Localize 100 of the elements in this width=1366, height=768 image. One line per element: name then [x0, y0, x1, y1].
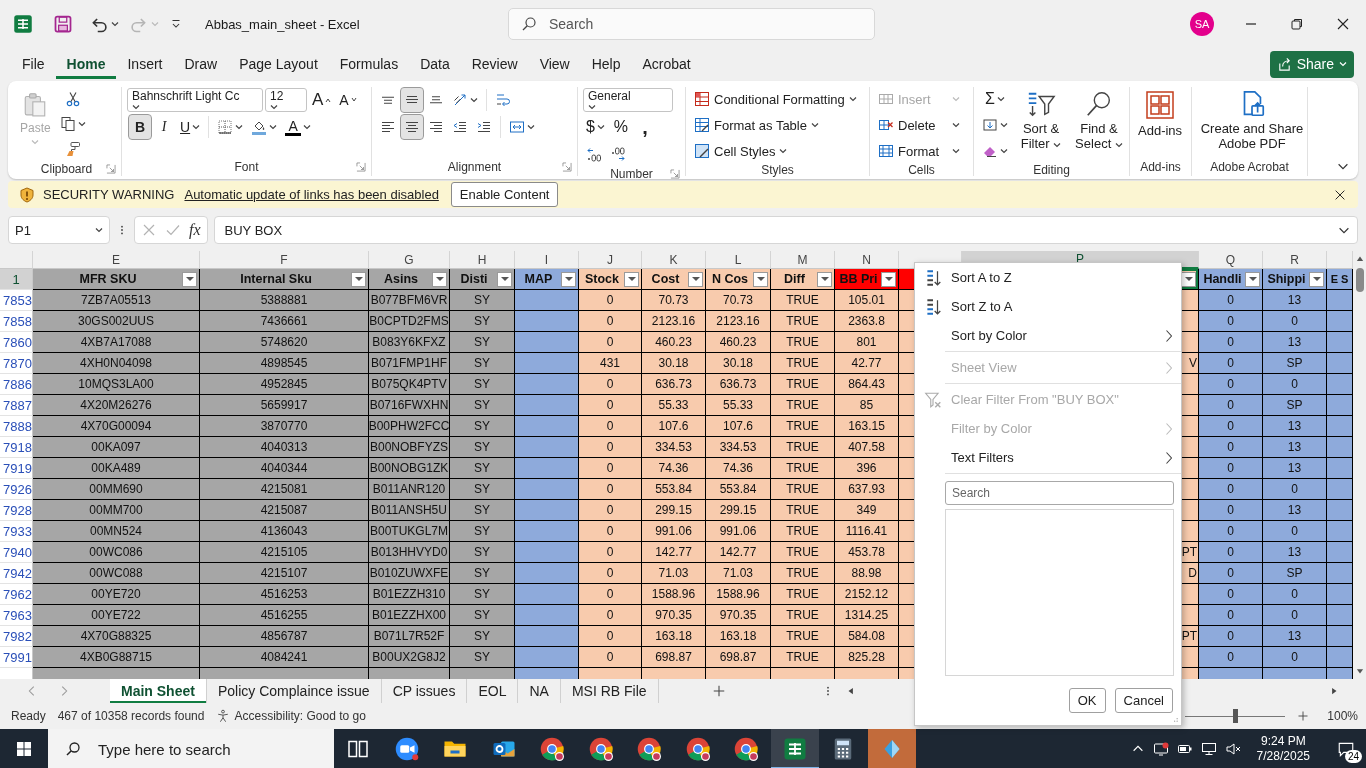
row-number[interactable]: 7887: [0, 395, 33, 416]
menu-tab[interactable]: Review: [460, 49, 529, 79]
formula-field[interactable]: BUY BOX: [213, 216, 1358, 244]
scroll-down-button[interactable]: [1354, 666, 1365, 676]
column-header[interactable]: F: [200, 251, 369, 269]
middle-align-button[interactable]: [401, 88, 423, 112]
filter-button[interactable]: [688, 271, 703, 287]
create-pdf-button[interactable]: Create and Share Adobe PDF: [1197, 87, 1307, 157]
menu-tab[interactable]: Draw: [173, 49, 229, 79]
font-size-field[interactable]: 12: [265, 88, 307, 112]
clock[interactable]: 9:24 PM 7/28/2025: [1248, 734, 1318, 764]
filter-button[interactable]: [624, 271, 639, 287]
column-header[interactable]: J: [579, 251, 642, 269]
filter-button[interactable]: [351, 271, 366, 287]
scroll-up-button[interactable]: [1354, 254, 1365, 264]
row-number[interactable]: 7886: [0, 374, 33, 395]
name-box[interactable]: P1: [8, 216, 110, 244]
row-number[interactable]: 7870: [0, 353, 33, 374]
zoom-in-button[interactable]: [1297, 710, 1310, 722]
row-number[interactable]: 7962: [0, 584, 33, 605]
comma-button[interactable]: ,: [633, 115, 656, 139]
menu-item[interactable]: Sort by Color: [915, 321, 1181, 350]
menu-item[interactable]: Text Filters: [915, 443, 1181, 472]
menu-tab[interactable]: Formulas: [328, 49, 410, 79]
ribbon-command[interactable]: Delete: [875, 113, 963, 137]
column-header[interactable]: L: [706, 251, 771, 269]
percent-button[interactable]: %: [609, 115, 632, 139]
column-header[interactable]: G: [369, 251, 450, 269]
row-number[interactable]: 7919: [0, 458, 33, 479]
row-number[interactable]: 7940: [0, 542, 33, 563]
number-format-field[interactable]: General: [583, 88, 673, 112]
menu-item[interactable]: Sort Z to A: [915, 292, 1181, 321]
row-number[interactable]: 7933: [0, 521, 33, 542]
enable-content-button[interactable]: Enable Content: [450, 182, 559, 207]
taskbar-app[interactable]: [867, 729, 916, 768]
dialog-launcher-button[interactable]: [670, 169, 680, 179]
dialog-launcher-button[interactable]: [562, 162, 572, 172]
autosum-button[interactable]: Σ: [979, 87, 1011, 111]
row-number[interactable]: 7928: [0, 500, 33, 521]
sort-filter-button[interactable]: Sort & Filter: [1014, 87, 1068, 157]
bold-button[interactable]: B: [129, 115, 151, 139]
filter-button[interactable]: [182, 271, 197, 287]
italic-button[interactable]: I: [153, 115, 175, 139]
row-number[interactable]: 7942: [0, 563, 33, 584]
dialog-launcher-button[interactable]: [356, 162, 366, 172]
column-header[interactable]: Q: [1199, 251, 1263, 269]
add-ins-button[interactable]: Add-ins: [1135, 87, 1186, 157]
ok-button[interactable]: OK: [1068, 688, 1106, 713]
grow-font-button[interactable]: A: [309, 88, 335, 112]
warning-link[interactable]: Automatic update of links has been disabled: [184, 187, 439, 202]
underline-button[interactable]: U: [177, 115, 204, 139]
notifications-button[interactable]: 24: [1326, 729, 1366, 768]
filter-button[interactable]: [753, 271, 768, 287]
taskbar-app[interactable]: [770, 729, 819, 768]
row-number[interactable]: 7858: [0, 311, 33, 332]
menu-tab[interactable]: View: [528, 49, 581, 79]
menu-tab[interactable]: Page Layout: [228, 49, 329, 79]
row-number[interactable]: 7853: [0, 290, 33, 311]
column-header[interactable]: I: [515, 251, 579, 269]
cancel-button[interactable]: Cancel: [1114, 688, 1173, 713]
column-header[interactable]: M: [771, 251, 835, 269]
font-name-field[interactable]: Bahnschrift Light Cc: [127, 88, 263, 112]
align-center-button[interactable]: [401, 115, 423, 139]
column-header[interactable]: H: [450, 251, 515, 269]
row-number[interactable]: 7991: [0, 647, 33, 668]
menu-tab[interactable]: Insert: [116, 49, 174, 79]
filter-button[interactable]: [817, 271, 832, 287]
filter-button[interactable]: [561, 271, 576, 287]
taskbar-search-field[interactable]: Type here to search: [48, 729, 334, 768]
share-button[interactable]: Share: [1269, 50, 1354, 78]
scroll-left-button[interactable]: [846, 686, 856, 696]
dialog-launcher-button[interactable]: [106, 163, 116, 174]
scrollbar-thumb[interactable]: [1355, 268, 1364, 292]
scroll-right-button[interactable]: [1329, 686, 1339, 696]
filter-button[interactable]: [881, 271, 896, 287]
insert-function-button[interactable]: fx: [189, 221, 201, 239]
ribbon-command[interactable]: Cell Styles: [691, 139, 860, 163]
zoom-slider[interactable]: [1185, 709, 1286, 723]
find-select-button[interactable]: Find & Select: [1071, 87, 1127, 157]
column-header[interactable]: E: [33, 251, 200, 269]
search-field[interactable]: Search: [508, 8, 875, 40]
row-number[interactable]: 7926: [0, 479, 33, 500]
row-number[interactable]: 7888: [0, 416, 33, 437]
column-header[interactable]: R: [1263, 251, 1327, 269]
menu-tab[interactable]: Data: [409, 49, 461, 79]
user-avatar[interactable]: SA: [1190, 12, 1214, 36]
filter-button[interactable]: [1309, 271, 1324, 287]
ribbon-command[interactable]: Format as Table: [691, 113, 860, 137]
sheet-tab[interactable]: Main Sheet: [110, 679, 207, 703]
ribbon-command[interactable]: Format: [875, 139, 963, 163]
menu-tab[interactable]: Acrobat: [631, 49, 702, 79]
row-number[interactable]: 7963: [0, 605, 33, 626]
font-color-button[interactable]: A: [282, 115, 315, 139]
zoom-level[interactable]: 100%: [1327, 709, 1358, 723]
filter-button[interactable]: [432, 271, 447, 287]
row-number[interactable]: 7982: [0, 626, 33, 647]
row-number[interactable]: 1: [0, 269, 33, 290]
row-number[interactable]: 7860: [0, 332, 33, 353]
search-field[interactable]: Search: [945, 481, 1174, 505]
row-number[interactable]: 7918: [0, 437, 33, 458]
